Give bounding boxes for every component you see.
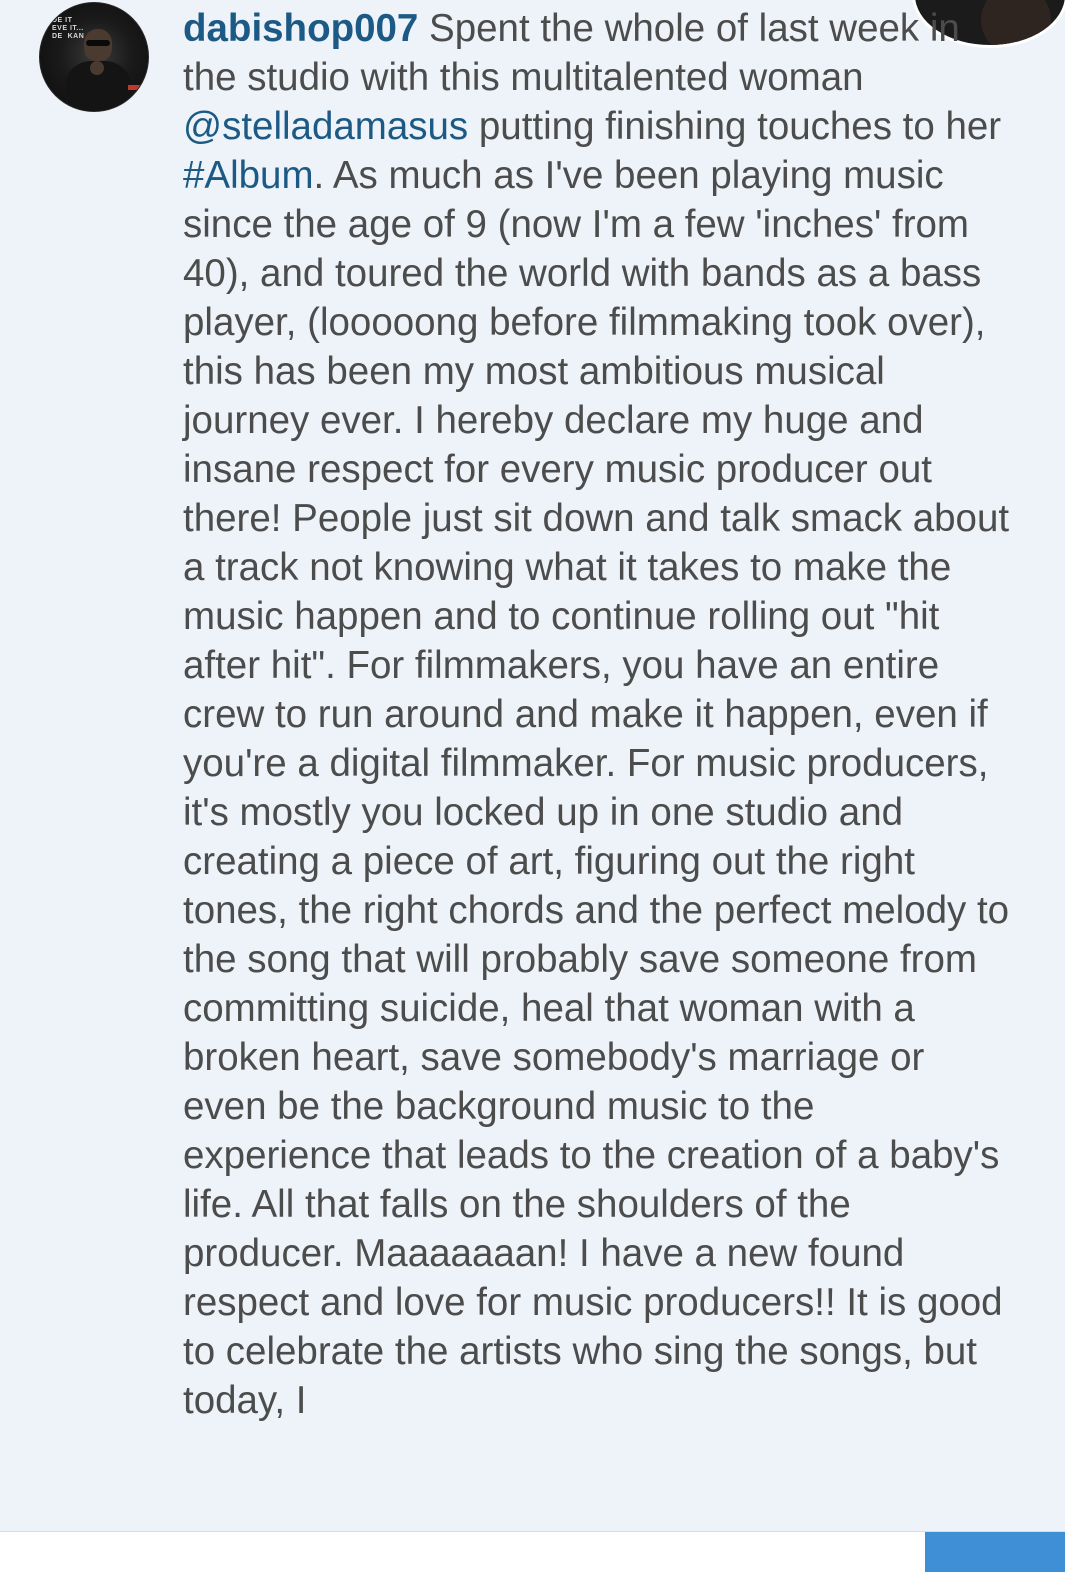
username-link[interactable]: dabishop007 — [183, 7, 418, 50]
caption-body: Spent the whole of last week in the stud… — [183, 7, 1009, 1422]
comment-bar — [0, 1531, 1065, 1572]
caption-text: putting finishing touches to her — [468, 105, 1002, 148]
mention-link[interactable]: @stelladamasus — [183, 105, 468, 148]
comment-thread: DE IT EVE IT... DE KAN dabishop007 Spent… — [0, 0, 1065, 1531]
caption-text: . As much as I've been playing music sin… — [183, 154, 1010, 1422]
user-avatar[interactable]: DE IT EVE IT... DE KAN — [39, 2, 149, 112]
hashtag-link[interactable]: #Album — [183, 154, 314, 197]
avatar-poster-text: DE IT EVE IT... DE KAN — [52, 17, 85, 40]
comment-input[interactable] — [0, 1532, 925, 1572]
avatar-glasses — [86, 40, 110, 46]
avatar-red-mark — [128, 85, 140, 90]
send-button[interactable] — [925, 1532, 1065, 1572]
avatar-hand — [90, 61, 104, 75]
post-caption: dabishop007 Spent the whole of last week… — [183, 4, 1013, 1425]
